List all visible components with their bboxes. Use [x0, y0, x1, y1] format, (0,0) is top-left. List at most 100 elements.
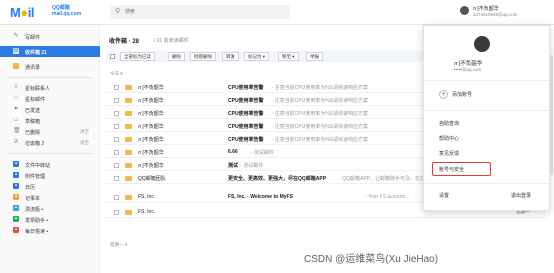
sidebar-item-starred-contacts[interactable]: ☺ 星标联系人: [0, 82, 100, 93]
sidebar-item-deleted[interactable]: 🗑 已删除 清空: [0, 126, 100, 137]
sidebar-item-calendar[interactable]: ▪ 日历: [0, 181, 100, 192]
sidebar-item-daily-read[interactable]: ▪ 每日悦读 •: [0, 225, 100, 236]
unread-count: / 21 封未读邮件: [154, 38, 189, 44]
mark-as-dropdown[interactable]: 标记为 ▾: [244, 52, 270, 61]
row-sender: л ]不负韶华: [138, 150, 164, 156]
sidebar-item-label: 漂流瓶 •: [25, 207, 44, 213]
attachment-icon: ▪: [13, 172, 19, 178]
sidebar-item-compose[interactable]: ✎ 写邮件: [0, 31, 100, 42]
page-title: 收件箱 · 28: [109, 39, 140, 45]
envelope-icon: [125, 195, 132, 200]
row-checkbox[interactable]: [114, 176, 119, 181]
envelope-icon: [125, 124, 132, 129]
sidebar-item-label: 垃圾箱 2: [25, 141, 45, 147]
row-subject: CPU使用率告警: [228, 98, 264, 104]
feedback-link[interactable]: 意见反馈: [439, 150, 459, 157]
row-checkbox[interactable]: [114, 98, 119, 103]
mail-app: M●il QQ邮箱mail.qq.com ⚲ л ]不负韶华 137491594…: [0, 0, 554, 273]
row-subject: CPU使用率告警: [228, 111, 264, 117]
row-checkbox[interactable]: [114, 137, 119, 142]
delete-button[interactable]: 删除: [168, 52, 185, 61]
add-account-button[interactable]: + 添加账号: [439, 90, 472, 99]
sidebar-item-label: 日历: [25, 185, 36, 191]
envelope-icon: [125, 210, 132, 215]
plus-icon: +: [439, 90, 448, 99]
search-box[interactable]: ⚲: [110, 5, 290, 19]
envelope-icon: [125, 111, 132, 116]
row-checkbox[interactable]: [114, 210, 119, 215]
row-sender: FS, Inc.: [138, 209, 156, 215]
help-center-link[interactable]: 帮助中心: [439, 135, 459, 142]
sidebar-item-invoice[interactable]: ▪ 发票助手 •: [0, 214, 100, 225]
divider: [8, 77, 92, 78]
group-today-label: 今天 8: [110, 71, 123, 76]
draft-icon: ▭: [13, 117, 19, 123]
watermark: CSDN @运维菜鸟(Xu JieHao): [304, 254, 439, 265]
sidebar-item-starred[interactable]: ☆ 星标邮件: [0, 93, 100, 104]
invoice-icon: ▪: [13, 216, 19, 222]
sidebar-item-notes[interactable]: ▪ 记事本: [0, 192, 100, 203]
empty-deleted-link[interactable]: 清空: [80, 129, 89, 135]
sidebar-item-contacts[interactable]: ☺ 通讯录: [0, 61, 100, 72]
header-user-name[interactable]: л ]不负韶华: [473, 5, 499, 12]
forward-button[interactable]: 转发: [222, 52, 239, 61]
report-button[interactable]: 举报: [306, 52, 323, 61]
sidebar-item-sent[interactable]: ➤ 已发送: [0, 104, 100, 115]
row-sender: л ]不负韶华: [138, 137, 164, 143]
row-subject: CPU使用率告警: [228, 124, 264, 130]
row-subject: 测试: [228, 163, 239, 169]
star-icon: ☆: [13, 95, 19, 101]
row-checkbox[interactable]: [114, 85, 119, 90]
row-sender: л ]不负韶华: [138, 124, 164, 130]
select-all-checkbox[interactable]: [110, 54, 115, 59]
account-dropdown: л ]不负韶华 •••••@qq.com + 添加账号 自助查询 帮助中心 意见反…: [423, 25, 550, 211]
envelope-icon: [125, 98, 132, 103]
user-icon: ☺: [13, 84, 20, 90]
row-checkbox[interactable]: [114, 195, 119, 200]
settings-link[interactable]: 设置: [439, 192, 449, 199]
folder-icon: ▪: [13, 161, 19, 167]
sidebar-item-file-transfer[interactable]: ▪ 文件中转站: [0, 159, 100, 170]
empty-spam-link[interactable]: 清空: [80, 140, 89, 146]
self-service-link[interactable]: 自助查询: [439, 120, 459, 127]
notebook-icon: ▪: [13, 194, 19, 200]
sidebar-item-drafts[interactable]: ▭ 草稿箱: [0, 115, 100, 126]
row-sender: л ]不负韶华: [138, 98, 164, 104]
move-to-dropdown[interactable]: 移至 ▾: [278, 52, 299, 61]
sidebar-item-label: 已发送: [25, 108, 41, 114]
mark-all-read-button[interactable]: 全部标为已读: [120, 52, 155, 61]
row-sender: л ]不负韶华: [138, 111, 164, 117]
sidebar-item-spam[interactable]: ⊘ 垃圾箱 2 清空: [0, 137, 100, 148]
avatar: [474, 36, 490, 52]
qq-mail-logo[interactable]: M●il: [10, 5, 34, 20]
divider: [8, 153, 92, 154]
row-subject: 更安全、更高效、更强大，尽在QQ邮箱APP: [228, 176, 327, 182]
row-checkbox[interactable]: [114, 111, 119, 116]
sidebar-item-label: 收件箱 21: [25, 50, 47, 56]
contacts-icon: ☺: [13, 63, 20, 69]
search-icon: ⚲: [115, 8, 121, 15]
row-checkbox[interactable]: [114, 163, 119, 168]
bottle-icon: ▪: [13, 205, 19, 211]
sidebar-item-attachments[interactable]: ▪ 附件管理: [0, 170, 100, 181]
sidebar-item-inbox[interactable]: ▤ 收件箱 21: [0, 46, 100, 57]
group-week-label: 星期一 4: [110, 242, 128, 247]
row-subject: FS, Inc. - Welcome to MyFS: [228, 194, 293, 200]
book-icon: ▪: [13, 227, 19, 233]
row-checkbox[interactable]: [114, 150, 119, 155]
send-icon: ➤: [13, 106, 19, 112]
permanent-delete-button[interactable]: 彻底删除: [190, 52, 216, 61]
search-input[interactable]: [125, 7, 275, 17]
logout-link[interactable]: 退出登录: [511, 192, 531, 199]
envelope-icon: [125, 137, 132, 142]
row-subject: 6.66: [228, 149, 238, 155]
row-sender: л ]不负韶华: [138, 85, 164, 91]
divider: [424, 110, 549, 111]
row-checkbox[interactable]: [114, 124, 119, 129]
scrollbar[interactable]: [550, 55, 553, 175]
inbox-icon: ▤: [13, 48, 19, 54]
sidebar-item-label: 已删除: [25, 130, 41, 136]
row-sender: QQ邮箱团队: [138, 176, 166, 182]
avatar[interactable]: [460, 6, 469, 15]
sidebar-item-drift-bottle[interactable]: ▪ 漂流瓶 •: [0, 203, 100, 214]
